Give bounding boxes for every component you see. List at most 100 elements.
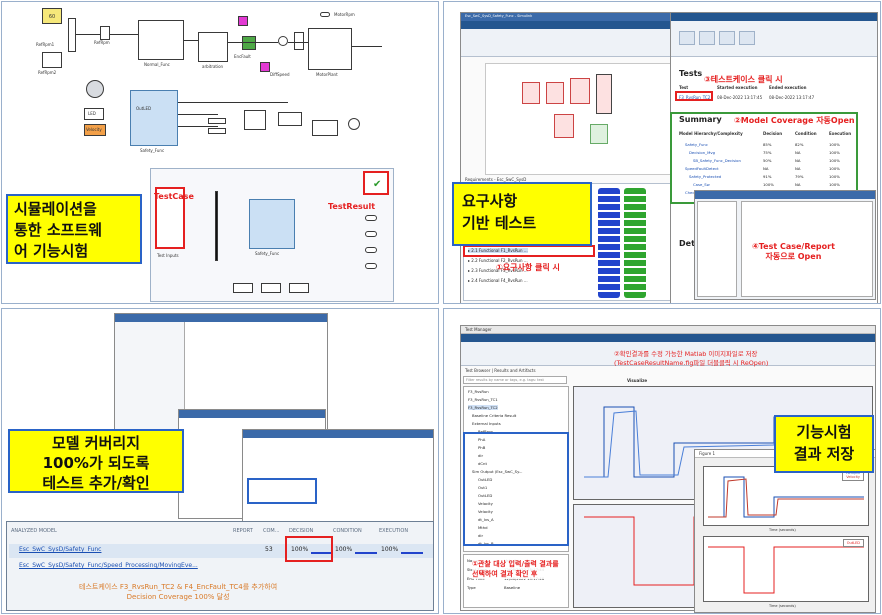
tm-tree-item[interactable]: External Inputs bbox=[472, 421, 501, 426]
safety-func-label: Safety_Func bbox=[140, 148, 165, 153]
figure-window[interactable]: Figure 1 RefRpm Velocity Time (seconds) O… bbox=[694, 449, 876, 613]
test-row-highlight bbox=[675, 91, 713, 101]
row2-name[interactable]: Esc_SwC_SysD/Safety_Func/Speed_Processin… bbox=[19, 562, 198, 569]
harness-outport-2[interactable] bbox=[365, 231, 377, 237]
gain-block[interactable] bbox=[100, 26, 110, 40]
fig-velocity-line bbox=[708, 478, 864, 518]
refrpm2-block[interactable] bbox=[42, 52, 62, 68]
simulink-window[interactable]: Esc_SwC_SysD_Safety_Func - Simulink Requ… bbox=[460, 12, 679, 303]
chart-block[interactable] bbox=[522, 82, 540, 104]
step2-label: ②Model Coverage 자동Open bbox=[734, 116, 855, 125]
led-lamp[interactable] bbox=[86, 80, 104, 98]
scope-block[interactable] bbox=[278, 112, 302, 126]
refrpm2-label: RefRpm2 bbox=[38, 70, 57, 75]
motorrpm-label: MotorRpm bbox=[334, 12, 355, 17]
row1-com: 53 bbox=[265, 546, 273, 553]
sum-block[interactable] bbox=[278, 36, 288, 46]
legend-entry: Velocity bbox=[846, 475, 860, 479]
wire bbox=[184, 40, 198, 41]
dt-ivs-a[interactable] bbox=[208, 118, 226, 124]
tm-visualize-tab[interactable]: Visualize bbox=[627, 378, 647, 383]
test-col: Test bbox=[679, 85, 689, 90]
case-block[interactable] bbox=[590, 124, 608, 144]
wire bbox=[288, 42, 310, 43]
encfault-gain[interactable] bbox=[242, 36, 256, 50]
harness-outport-4[interactable] bbox=[365, 263, 377, 269]
coverage-tool[interactable] bbox=[739, 31, 755, 45]
constant-block[interactable]: 60 bbox=[42, 8, 62, 24]
tm-panel-title: Test Browser | Results and Artifacts bbox=[465, 368, 536, 373]
product-block[interactable] bbox=[312, 120, 338, 136]
normal-func-label: Normal_Func bbox=[144, 62, 170, 67]
harness-bottom-1[interactable] bbox=[233, 283, 253, 293]
started-col: Started execution bbox=[717, 85, 758, 90]
velocity-label: Velocity bbox=[86, 127, 102, 132]
chart-block[interactable] bbox=[570, 78, 590, 104]
figure-xlabel-top: Time (seconds) bbox=[769, 528, 796, 532]
signal-builder-label: Test Inputs bbox=[157, 253, 179, 258]
row1-exec: 100% bbox=[381, 546, 399, 553]
harness-subsystem[interactable] bbox=[249, 199, 295, 249]
window-title: Esc_SwC_SysD_Safety_Func - Simulink bbox=[465, 14, 533, 18]
refrpm1-label: RefRpm1 bbox=[36, 42, 55, 47]
coverage-tool[interactable] bbox=[719, 31, 735, 45]
tm-tree-item[interactable]: F3_RvsRun_TC2 bbox=[468, 405, 498, 410]
harness-verify-check: ✔ bbox=[373, 179, 382, 190]
motorrpm-port[interactable] bbox=[320, 12, 330, 17]
row1-name[interactable]: Esc_SwC_SysD/Safety_Func bbox=[19, 546, 101, 553]
coverage-table[interactable]: ANALYZED MODEL REPORT COM... DECISION CO… bbox=[6, 521, 434, 611]
merge-block[interactable] bbox=[596, 74, 612, 114]
execution-header: EXECUTION bbox=[379, 528, 409, 534]
row2[interactable]: Esc_SwC_SysD/Safety_Func/Speed_Processin… bbox=[9, 560, 433, 574]
figure-title: Figure 1 bbox=[699, 451, 716, 456]
tm-prop-value: Baseline bbox=[504, 585, 521, 590]
figure-legend-bottom: OutLED bbox=[842, 539, 864, 547]
figure-bottom-plot[interactable]: OutLED bbox=[703, 536, 869, 602]
tests-heading: Tests bbox=[679, 69, 703, 78]
harness-subsystem-label: Safety_Func bbox=[255, 251, 280, 256]
report-titlebar bbox=[695, 191, 875, 199]
tm-tree-item[interactable]: Baseline Criteria Result bbox=[472, 413, 516, 418]
switch-block[interactable] bbox=[68, 18, 76, 52]
legend-entry: OutLED bbox=[846, 541, 860, 545]
rate-block[interactable] bbox=[294, 32, 304, 50]
coverage-window-right[interactable] bbox=[242, 429, 434, 525]
refrpm-out-label: RefRpm bbox=[94, 40, 110, 45]
clock-block[interactable] bbox=[348, 118, 360, 130]
coverage-tool[interactable] bbox=[679, 31, 695, 45]
harness-bottom-2[interactable] bbox=[261, 283, 281, 293]
mux-block[interactable] bbox=[244, 110, 266, 130]
test-harness-window[interactable]: Test Inputs Safety_Func ✔ bbox=[150, 168, 394, 302]
safety-func-block[interactable] bbox=[130, 90, 178, 146]
report-tree[interactable] bbox=[697, 201, 737, 297]
wire bbox=[228, 42, 278, 43]
chart-block[interactable] bbox=[554, 114, 574, 138]
dt-ivs-b[interactable] bbox=[208, 128, 226, 134]
back-tree[interactable] bbox=[115, 322, 185, 438]
wire bbox=[76, 34, 100, 35]
motorplant-block[interactable] bbox=[308, 28, 352, 70]
coverage-tool[interactable] bbox=[699, 31, 715, 45]
harness-outport-1[interactable] bbox=[365, 215, 377, 221]
figure-top-plot[interactable]: RefRpm Velocity bbox=[703, 466, 869, 526]
tm-filter[interactable]: Filter results by name or tags, e.g. tag… bbox=[463, 376, 567, 384]
outled-port-label: OutLED bbox=[136, 106, 152, 111]
model-canvas[interactable] bbox=[485, 63, 679, 175]
chart-block[interactable] bbox=[546, 82, 564, 104]
harness-bottom-3[interactable] bbox=[289, 283, 309, 293]
encfault-source[interactable] bbox=[238, 16, 248, 26]
wire bbox=[178, 114, 218, 115]
tm-tree-item[interactable]: F3_RvsRun_TC1 bbox=[468, 397, 498, 402]
wire bbox=[110, 34, 138, 35]
coverage-callout: 모델 커버리지 100%가 되도록 테스트 추가/확인 bbox=[8, 429, 184, 493]
diffspeed-source[interactable] bbox=[260, 62, 270, 72]
normal-func-block[interactable] bbox=[138, 20, 184, 60]
verified-bar bbox=[624, 188, 646, 298]
figure-xlabel-bottom: Time (seconds) bbox=[769, 604, 796, 608]
arbitration-block[interactable] bbox=[198, 32, 228, 62]
testresult-label: TestResult bbox=[328, 202, 376, 211]
harness-outport-3[interactable] bbox=[365, 247, 377, 253]
row1[interactable]: Esc_SwC_SysD/Safety_Func 53 100% 100% 10… bbox=[9, 544, 433, 558]
panel-test-result: Test Manager TESTSDATA INSPECTORFORMAT T… bbox=[443, 308, 881, 614]
tm-tree-item[interactable]: F3_RvsRun bbox=[468, 389, 489, 394]
